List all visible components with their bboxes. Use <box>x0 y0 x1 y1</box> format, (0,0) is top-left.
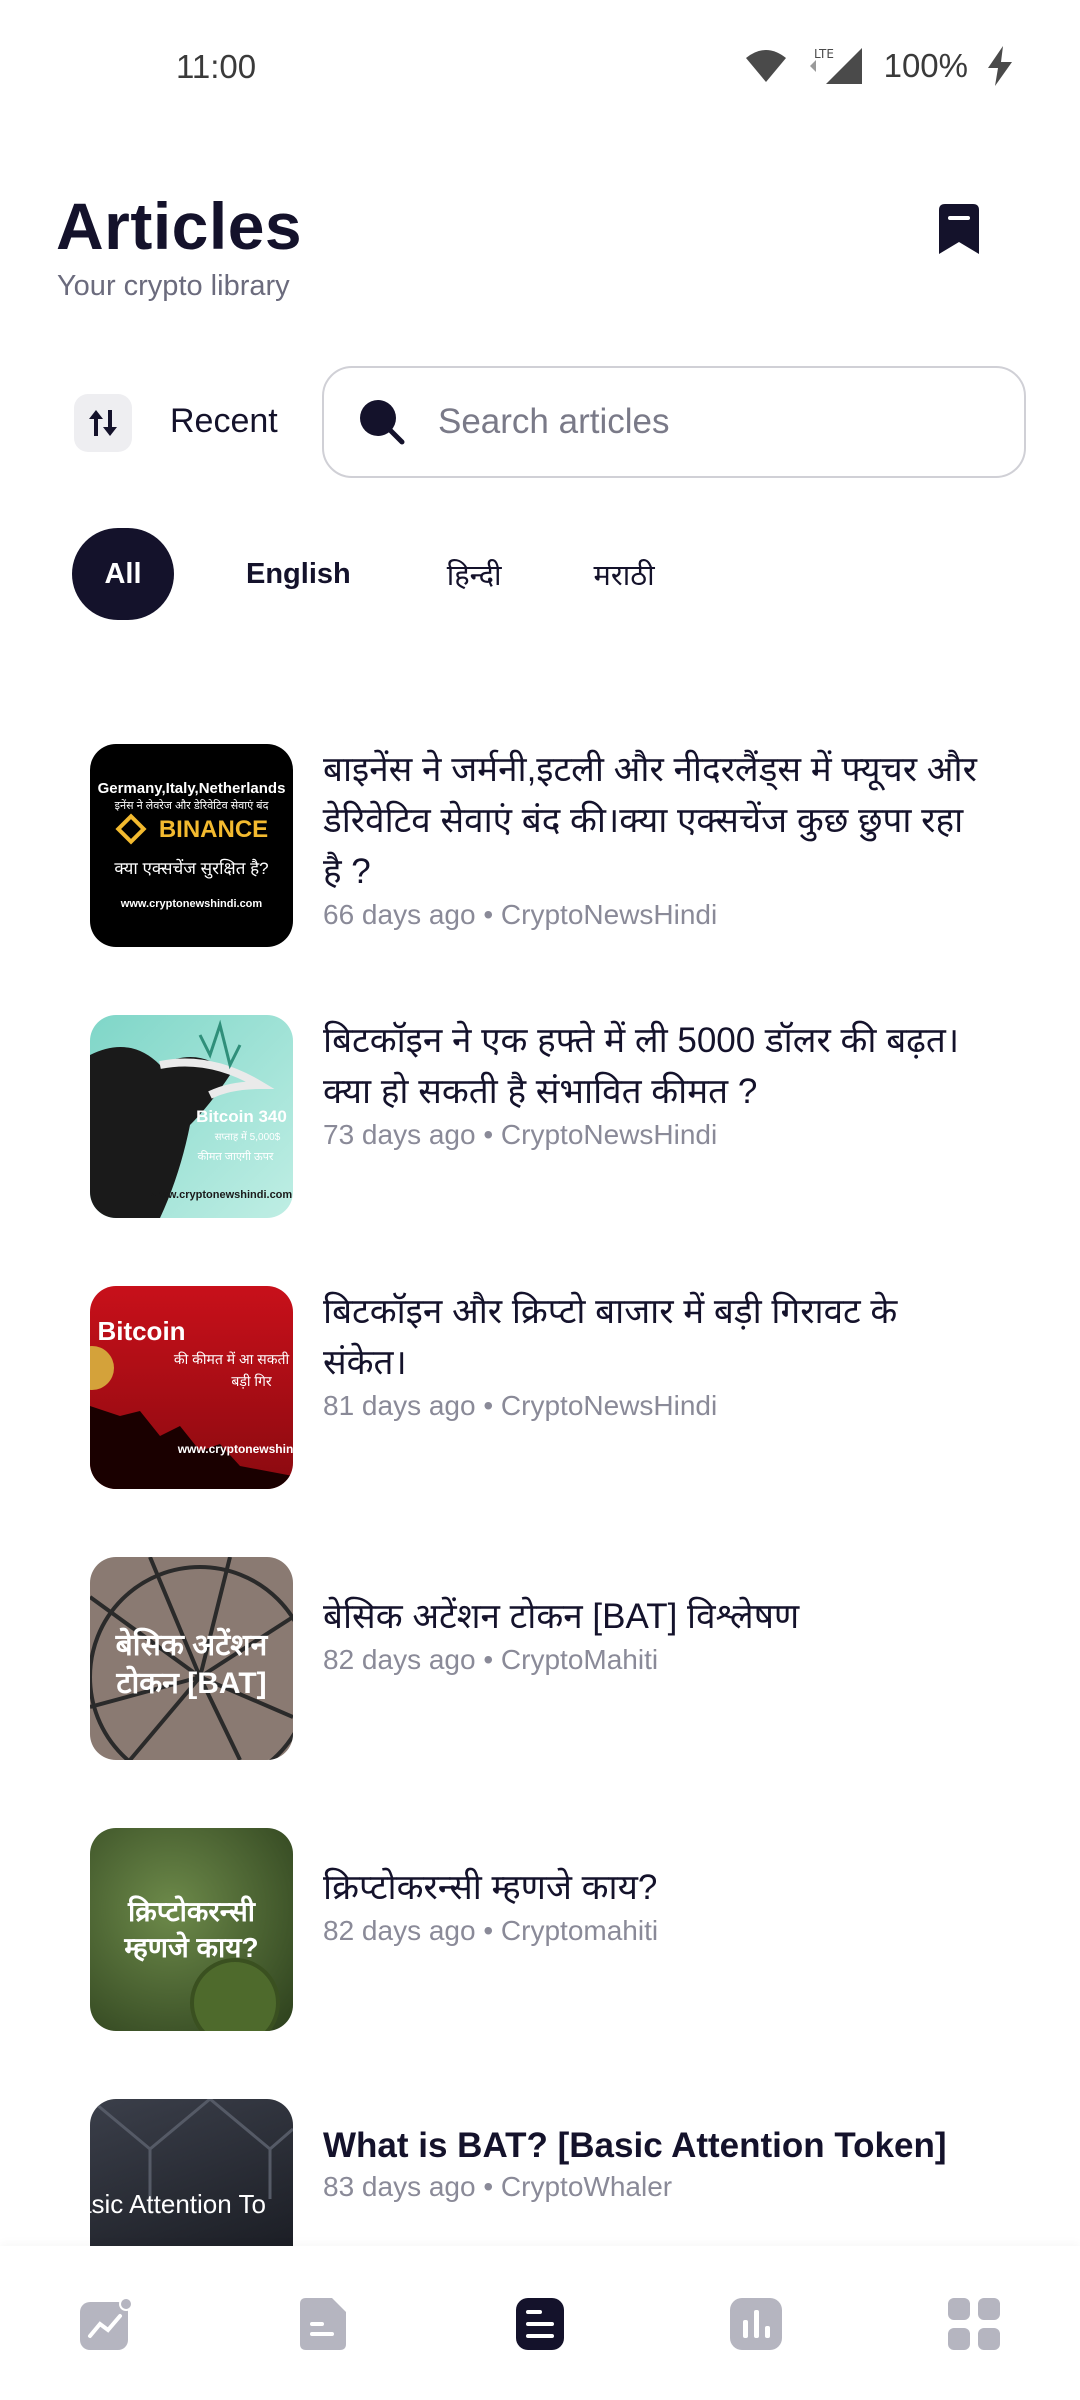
status-bar: 11:00 LTE 100% <box>0 0 1080 130</box>
article-title: What is BAT? [Basic Attention Token] <box>323 2126 947 2165</box>
article-body: बिटकॉइन ने एक हफ्ते में ली 5000 डॉलर की … <box>323 1015 983 1218</box>
nav-item-markets[interactable] <box>76 2294 136 2354</box>
thumb-text: म्हणजे काय? <box>124 1932 259 1963</box>
article-item[interactable]: Bitcoin की कीमत में आ सकती बड़ी गिर www.… <box>90 1286 990 1489</box>
thumb-text: की कीमत में आ सकती <box>173 1351 290 1367</box>
filter-chip-english[interactable]: English <box>246 528 351 620</box>
article-item[interactable]: क्रिप्टोकरन्सी म्हणजे काय? क्रिप्टोकरन्स… <box>90 1828 990 2031</box>
article-meta: 82 days ago • Cryptomahiti <box>323 1915 659 1946</box>
coin-image <box>190 1958 280 2031</box>
nav-item-more[interactable] <box>944 2294 1004 2354</box>
article-meta: 81 days ago • CryptoNewsHindi <box>323 1390 718 1421</box>
article-meta: 83 days ago • CryptoWhaler <box>323 2171 673 2202</box>
battery-level: 100% <box>883 47 968 84</box>
article-thumbnail: क्रिप्टोकरन्सी म्हणजे काय? <box>90 1828 293 2031</box>
nav-item-stats[interactable] <box>726 2294 786 2354</box>
thumb-text: कीमत जाएगी ऊपर <box>197 1151 274 1163</box>
article-item[interactable]: Bitcoin 340 सप्ताह में 5,000$ कीमत जाएगी… <box>90 1015 990 1218</box>
chart-trend-icon <box>80 2297 133 2350</box>
search-box[interactable] <box>322 366 1026 478</box>
article-body: बेसिक अटेंशन टोकन [BAT] विश्लेषण 82 days… <box>323 1557 983 1760</box>
document-icon <box>300 2298 346 2350</box>
page-subtitle: Your crypto library <box>57 270 290 302</box>
article-title: बाइनेंस ने जर्मनी,इटली और नीदरलैंड्स में… <box>323 750 977 891</box>
sort-icon <box>89 410 117 436</box>
article-title: क्रिप्टोकरन्सी म्हणजे काय? <box>323 1868 658 1907</box>
thumb-text: टोकन [BAT] <box>116 1667 267 1700</box>
article-body: बाइनेंस ने जर्मनी,इटली और नीदरलैंड्स में… <box>323 744 983 947</box>
thumb-text: www.cryptonewshindi.com <box>150 1189 293 1201</box>
article-title: बिटकॉइन ने एक हफ्ते में ली 5000 डॉलर की … <box>323 1021 960 1111</box>
article-meta: 73 days ago • CryptoNewsHindi <box>323 1119 718 1150</box>
thumb-text: सप्ताह में 5,000$ <box>214 1132 281 1143</box>
search-input[interactable] <box>438 402 998 442</box>
status-icons: LTE 100% <box>744 46 1014 86</box>
article-list[interactable]: Germany,Italy,Netherlands इनेंस ने लेवरे… <box>90 744 990 2246</box>
status-time: 11:00 <box>176 48 257 85</box>
thumb-text: Bitcoin 340 <box>196 1107 287 1126</box>
articles-icon <box>516 2298 564 2350</box>
thumb-text: www.cryptonewshindi.com <box>120 898 263 910</box>
nav-item-documents[interactable] <box>294 2294 354 2354</box>
thumb-text: BINANCE <box>158 816 269 843</box>
article-thumbnail: बेसिक अटेंशन टोकन [BAT] <box>90 1557 293 1760</box>
filter-chip-hindi[interactable]: हिन्दी <box>447 528 502 620</box>
article-thumbnail: Germany,Italy,Netherlands इनेंस ने लेवरे… <box>90 744 293 947</box>
nav-item-articles[interactable] <box>510 2294 570 2354</box>
article-meta: 66 days ago • CryptoNewsHindi <box>323 899 718 930</box>
article-thumbnail: Bitcoin 340 सप्ताह में 5,000$ कीमत जाएगी… <box>90 1015 293 1218</box>
thumb-text: Germany,Italy,Netherlands <box>97 780 286 797</box>
thumb-text: Bitcoin <box>97 1316 186 1346</box>
thumb-text: क्रिप्टोकरन्सी <box>127 1896 256 1927</box>
grid-icon <box>948 2298 1000 2350</box>
page-title: Articles <box>56 189 303 263</box>
article-thumbnail: Bitcoin की कीमत में आ सकती बड़ी गिर www.… <box>90 1286 293 1489</box>
thumb-text: इनेंस ने लेवरेज और डेरिवेटिव सेवाएं बंद <box>114 800 269 812</box>
thumb-text: asic Attention To <box>90 2189 266 2219</box>
article-item[interactable]: asic Attention To What is BAT? [Basic At… <box>90 2099 990 2246</box>
wifi-icon <box>745 50 786 82</box>
sort-label[interactable]: Recent <box>170 402 278 441</box>
filter-chip-all[interactable]: All <box>72 528 174 620</box>
sort-button[interactable] <box>74 394 132 452</box>
article-body: बिटकॉइन और क्रिप्टो बाजार में बड़ी गिराव… <box>323 1286 983 1489</box>
language-filters: All English हिन्दी मराठी <box>72 528 655 620</box>
charging-icon <box>988 46 1012 86</box>
thumb-text: बड़ी गिर <box>231 1373 272 1389</box>
lte-signal-icon: LTE <box>809 47 862 84</box>
search-icon <box>360 400 405 445</box>
bookmark-icon <box>939 204 979 254</box>
bottom-nav <box>0 2246 1080 2400</box>
article-item[interactable]: बेसिक अटेंशन टोकन [BAT] बेसिक अटेंशन टोक… <box>90 1557 990 1760</box>
article-body: क्रिप्टोकरन्सी म्हणजे काय? 82 days ago •… <box>323 1828 983 2031</box>
bookmarks-button[interactable] <box>930 196 988 262</box>
thumb-text: www.cryptonewshin <box>177 1442 293 1456</box>
bar-chart-icon <box>730 2298 782 2350</box>
article-item[interactable]: Germany,Italy,Netherlands इनेंस ने लेवरे… <box>90 744 990 947</box>
network-label: LTE <box>814 47 834 61</box>
article-title: बेसिक अटेंशन टोकन [BAT] विश्लेषण <box>323 1597 800 1636</box>
article-thumbnail: asic Attention To <box>90 2099 293 2246</box>
article-meta: 82 days ago • CryptoMahiti <box>323 1644 659 1675</box>
geometric-pattern-image <box>90 2099 293 2199</box>
filter-chip-marathi[interactable]: मराठी <box>594 528 655 620</box>
article-title: बिटकॉइन और क्रिप्टो बाजार में बड़ी गिराव… <box>323 1292 898 1382</box>
thumb-text: क्या एक्सचेंज सुरक्षित है? <box>114 859 269 878</box>
thumb-text: बेसिक अटेंशन <box>115 1629 268 1662</box>
article-body: What is BAT? [Basic Attention Token] 83 … <box>323 2099 983 2246</box>
